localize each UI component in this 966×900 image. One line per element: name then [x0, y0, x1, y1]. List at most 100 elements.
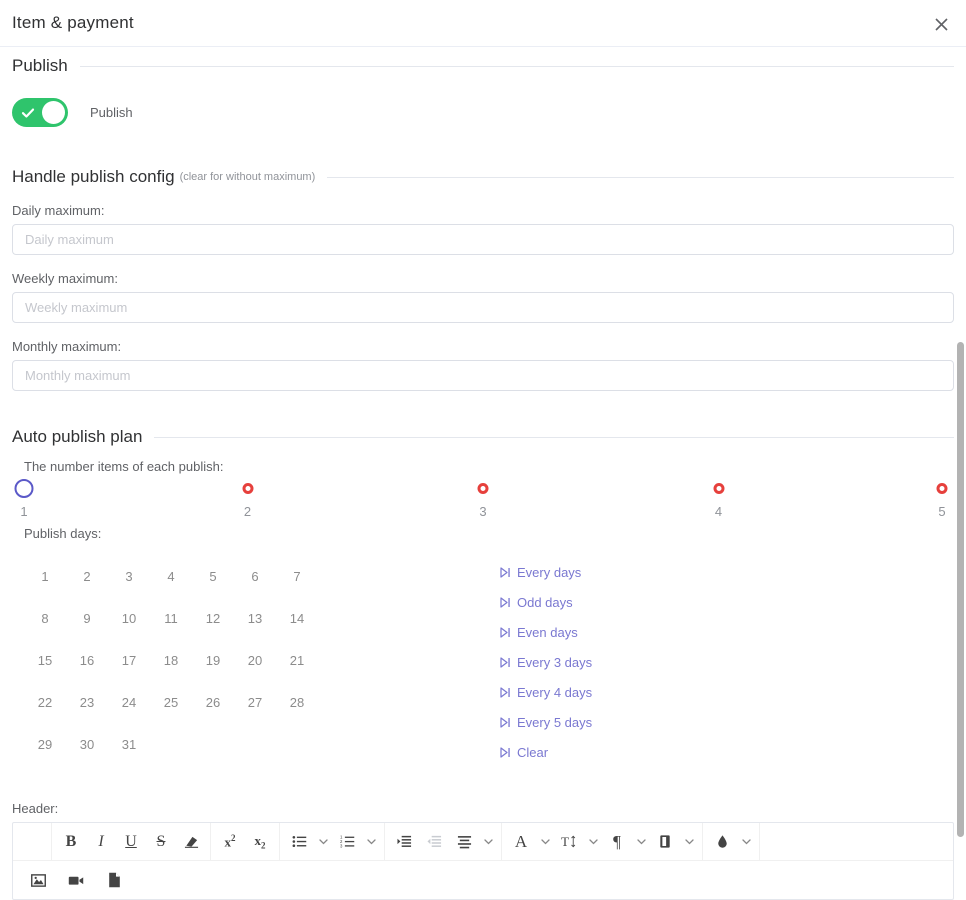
- insert-image-button[interactable]: [19, 866, 57, 894]
- ordered-list-dropdown[interactable]: [362, 828, 380, 856]
- publish-day-cell[interactable]: 30: [66, 723, 108, 765]
- daily-maximum-input[interactable]: [12, 224, 954, 255]
- font-family-button[interactable]: A: [506, 828, 536, 856]
- weekly-maximum-input[interactable]: [12, 292, 954, 323]
- publish-day-cell[interactable]: 3: [108, 555, 150, 597]
- quick-link-every-days[interactable]: Every days: [500, 557, 592, 587]
- quick-link-every-4-days[interactable]: Every 4 days: [500, 677, 592, 707]
- slider-mark-4[interactable]: [713, 483, 724, 494]
- highlight-color-dropdown[interactable]: [737, 828, 755, 856]
- strikethrough-button[interactable]: S: [146, 828, 176, 856]
- slider-dot-3[interactable]: [477, 483, 489, 494]
- slider-handle[interactable]: [14, 479, 34, 498]
- publish-day-cell[interactable]: 20: [234, 639, 276, 681]
- publish-day-cell[interactable]: 11: [150, 597, 192, 639]
- outdent-button: [419, 828, 449, 856]
- quick-link-clear[interactable]: Clear: [500, 737, 592, 767]
- monthly-maximum-input[interactable]: [12, 360, 954, 391]
- dialog-header: Item & payment: [0, 0, 966, 47]
- quick-link-every-5-days[interactable]: Every 5 days: [500, 707, 592, 737]
- align-dropdown[interactable]: [479, 828, 497, 856]
- highlight-color-button[interactable]: [707, 828, 737, 856]
- slider-dot-5[interactable]: [936, 483, 948, 494]
- insert-file-button[interactable]: [95, 866, 133, 894]
- publish-day-cell[interactable]: 8: [24, 597, 66, 639]
- publish-toggle[interactable]: [12, 98, 68, 127]
- font-size-dropdown[interactable]: [584, 828, 602, 856]
- subscript-button[interactable]: x2: [245, 828, 275, 856]
- toggle-knob: [42, 101, 65, 124]
- publish-day-cell[interactable]: 14: [276, 597, 318, 639]
- paragraph-button[interactable]: ¶: [602, 828, 632, 856]
- publish-day-cell[interactable]: 13: [234, 597, 276, 639]
- quick-link-odd-days[interactable]: Odd days: [500, 587, 592, 617]
- align-button[interactable]: [449, 828, 479, 856]
- slider-mark-label-1: 1: [20, 504, 28, 519]
- section-title-handle-config: Handle publish config: [12, 167, 175, 186]
- slider-dot-2[interactable]: [242, 483, 253, 494]
- bold-button[interactable]: B: [56, 828, 86, 856]
- items-per-publish-slider[interactable]: 1 2 3 4 5: [12, 478, 954, 526]
- quick-link-every-3-days[interactable]: Every 3 days: [500, 647, 592, 677]
- publish-day-cell[interactable]: 19: [192, 639, 234, 681]
- publish-day-cell[interactable]: 7: [276, 555, 318, 597]
- indent-icon: [396, 835, 411, 847]
- publish-day-cell[interactable]: 26: [192, 681, 234, 723]
- publish-toggle-label: Publish: [90, 105, 133, 120]
- font-size-icon: T: [561, 834, 576, 849]
- line-height-dropdown[interactable]: [680, 828, 698, 856]
- step-forward-icon: [500, 596, 510, 608]
- section-publish-header: Publish: [12, 56, 954, 76]
- publish-day-cell[interactable]: 24: [108, 681, 150, 723]
- quick-link-even-days[interactable]: Even days: [500, 617, 592, 647]
- publish-day-cell[interactable]: 23: [66, 681, 108, 723]
- underline-button[interactable]: U: [116, 828, 146, 856]
- publish-day-cell[interactable]: 22: [24, 681, 66, 723]
- close-icon[interactable]: [932, 15, 950, 33]
- publish-day-cell[interactable]: 9: [66, 597, 108, 639]
- publish-day-cell[interactable]: 5: [192, 555, 234, 597]
- clear-format-button[interactable]: [176, 828, 206, 856]
- publish-day-cell[interactable]: 6: [234, 555, 276, 597]
- slider-mark-5[interactable]: [936, 483, 948, 494]
- daily-maximum-field: Daily maximum:: [12, 203, 954, 255]
- line-height-button[interactable]: [650, 828, 680, 856]
- insert-video-button[interactable]: [57, 866, 95, 894]
- toolbar-group-4: 123: [280, 823, 385, 860]
- bullet-list-dropdown[interactable]: [314, 828, 332, 856]
- paragraph-dropdown[interactable]: [632, 828, 650, 856]
- slider-dot-4[interactable]: [713, 483, 724, 494]
- publish-day-cell[interactable]: 15: [24, 639, 66, 681]
- publish-day-cell[interactable]: 25: [150, 681, 192, 723]
- vertical-scrollbar[interactable]: [957, 342, 964, 837]
- superscript-button[interactable]: x2: [215, 828, 245, 856]
- publish-day-cell[interactable]: 31: [108, 723, 150, 765]
- publish-day-cell[interactable]: 1: [24, 555, 66, 597]
- step-forward-icon: [500, 746, 510, 758]
- ordered-list-button[interactable]: 123: [332, 828, 362, 856]
- slider-mark-label-5: 5: [938, 504, 946, 519]
- font-size-button[interactable]: T: [554, 828, 584, 856]
- publish-day-cell[interactable]: 21: [276, 639, 318, 681]
- publish-day-cell[interactable]: 28: [276, 681, 318, 723]
- publish-day-cell[interactable]: 16: [66, 639, 108, 681]
- publish-day-cell[interactable]: 29: [24, 723, 66, 765]
- publish-day-cell[interactable]: 10: [108, 597, 150, 639]
- italic-button[interactable]: I: [86, 828, 116, 856]
- font-family-dropdown[interactable]: [536, 828, 554, 856]
- publish-day-cell[interactable]: 18: [150, 639, 192, 681]
- publish-day-cell[interactable]: 2: [66, 555, 108, 597]
- svg-text:T: T: [561, 834, 569, 849]
- chevron-down-icon: [366, 839, 376, 845]
- indent-button[interactable]: [389, 828, 419, 856]
- slider-mark-1[interactable]: [14, 479, 34, 498]
- publish-day-cell[interactable]: 4: [150, 555, 192, 597]
- publish-day-cell[interactable]: 17: [108, 639, 150, 681]
- source-code-button[interactable]: [17, 828, 47, 856]
- publish-day-cell[interactable]: 27: [234, 681, 276, 723]
- bullet-list-button[interactable]: [284, 828, 314, 856]
- video-icon: [68, 876, 84, 885]
- slider-mark-3[interactable]: [477, 483, 489, 494]
- slider-mark-2[interactable]: [242, 483, 253, 494]
- publish-day-cell[interactable]: 12: [192, 597, 234, 639]
